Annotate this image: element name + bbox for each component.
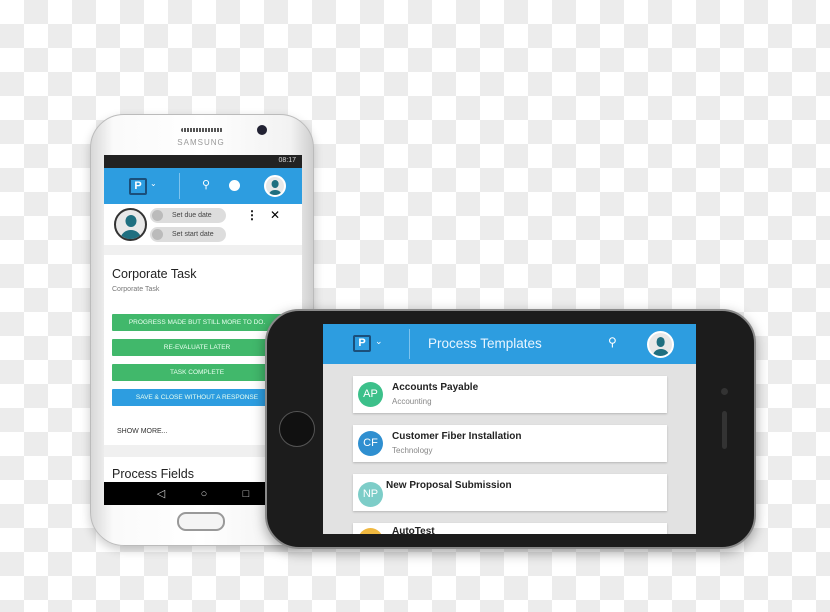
more-vert-icon[interactable]: ⋮: [246, 208, 258, 222]
calendar-icon: [152, 210, 163, 221]
ios-screen: P ⌄ Process Templates ⚲ AP Accounts Paya…: [323, 324, 696, 534]
home-button[interactable]: [177, 512, 225, 531]
brand-logo: SAMSUNG: [177, 138, 225, 147]
initials-badge: CF: [358, 431, 383, 456]
iphone: P ⌄ Process Templates ⚲ AP Accounts Paya…: [265, 309, 756, 549]
set-start-date-chip[interactable]: Set start date: [150, 227, 226, 242]
item-subtitle: Technology: [392, 446, 433, 455]
set-due-date-chip[interactable]: Set due date: [150, 208, 226, 223]
reevaluate-button[interactable]: RE-EVALUATE LATER: [112, 339, 282, 356]
assignee-avatar[interactable]: [114, 208, 147, 241]
list-item[interactable]: CF Customer Fiber Installation Technolog…: [353, 425, 667, 462]
chevron-down-icon[interactable]: ⌄: [375, 336, 383, 347]
speaker-grille: [181, 128, 223, 132]
chevron-down-icon[interactable]: ⌄: [150, 179, 157, 188]
recents-icon[interactable]: □: [243, 488, 250, 500]
home-icon[interactable]: ○: [201, 488, 208, 500]
search-icon[interactable]: ⚲: [202, 178, 210, 191]
app-header: P ⌄ ⚲: [104, 168, 302, 204]
dropdown-icon[interactable]: [229, 180, 240, 191]
app-logo[interactable]: P: [129, 178, 147, 195]
list-item[interactable]: NP New Proposal Submission: [353, 474, 667, 511]
initials-badge: [358, 528, 383, 534]
item-subtitle: Accounting: [392, 397, 432, 406]
list-item[interactable]: AutoTest: [353, 523, 667, 534]
task-complete-button[interactable]: TASK COMPLETE: [112, 364, 282, 381]
back-icon[interactable]: ◁: [157, 487, 165, 500]
show-more-link[interactable]: SHOW MORE...: [117, 428, 168, 435]
calendar-icon: [152, 229, 163, 240]
task-subtitle: Corporate Task: [112, 286, 160, 293]
initials-badge: AP: [358, 382, 383, 407]
status-bar: 08:17: [104, 155, 302, 168]
user-avatar[interactable]: [647, 331, 674, 358]
divider: [409, 329, 410, 359]
item-title: AutoTest: [392, 526, 435, 534]
speaker: [722, 411, 727, 449]
front-camera: [257, 125, 267, 135]
task-header-card: Set due date Set start date ⋮ ✕: [104, 204, 302, 245]
app-logo[interactable]: P: [353, 335, 371, 352]
item-title: New Proposal Submission: [386, 480, 512, 491]
initials-badge: NP: [358, 482, 383, 507]
status-time: 08:17: [278, 157, 296, 164]
search-icon[interactable]: ⚲: [608, 335, 617, 349]
task-title: Corporate Task: [112, 267, 197, 281]
app-header: P ⌄ Process Templates ⚲: [323, 324, 696, 364]
user-avatar[interactable]: [264, 175, 286, 197]
list-item[interactable]: AP Accounts Payable Accounting: [353, 376, 667, 413]
close-icon[interactable]: ✕: [270, 208, 280, 222]
front-camera: [721, 388, 728, 395]
home-button[interactable]: [279, 411, 315, 447]
divider: [179, 173, 180, 199]
save-close-button[interactable]: SAVE & CLOSE WITHOUT A RESPONSE: [112, 389, 282, 406]
page-title: Process Templates: [428, 336, 542, 351]
section-title: Process Fields: [112, 467, 194, 481]
item-title: Accounts Payable: [392, 382, 479, 393]
progress-button[interactable]: PROGRESS MADE BUT STILL MORE TO DO.: [112, 314, 282, 331]
item-title: Customer Fiber Installation: [392, 431, 522, 442]
